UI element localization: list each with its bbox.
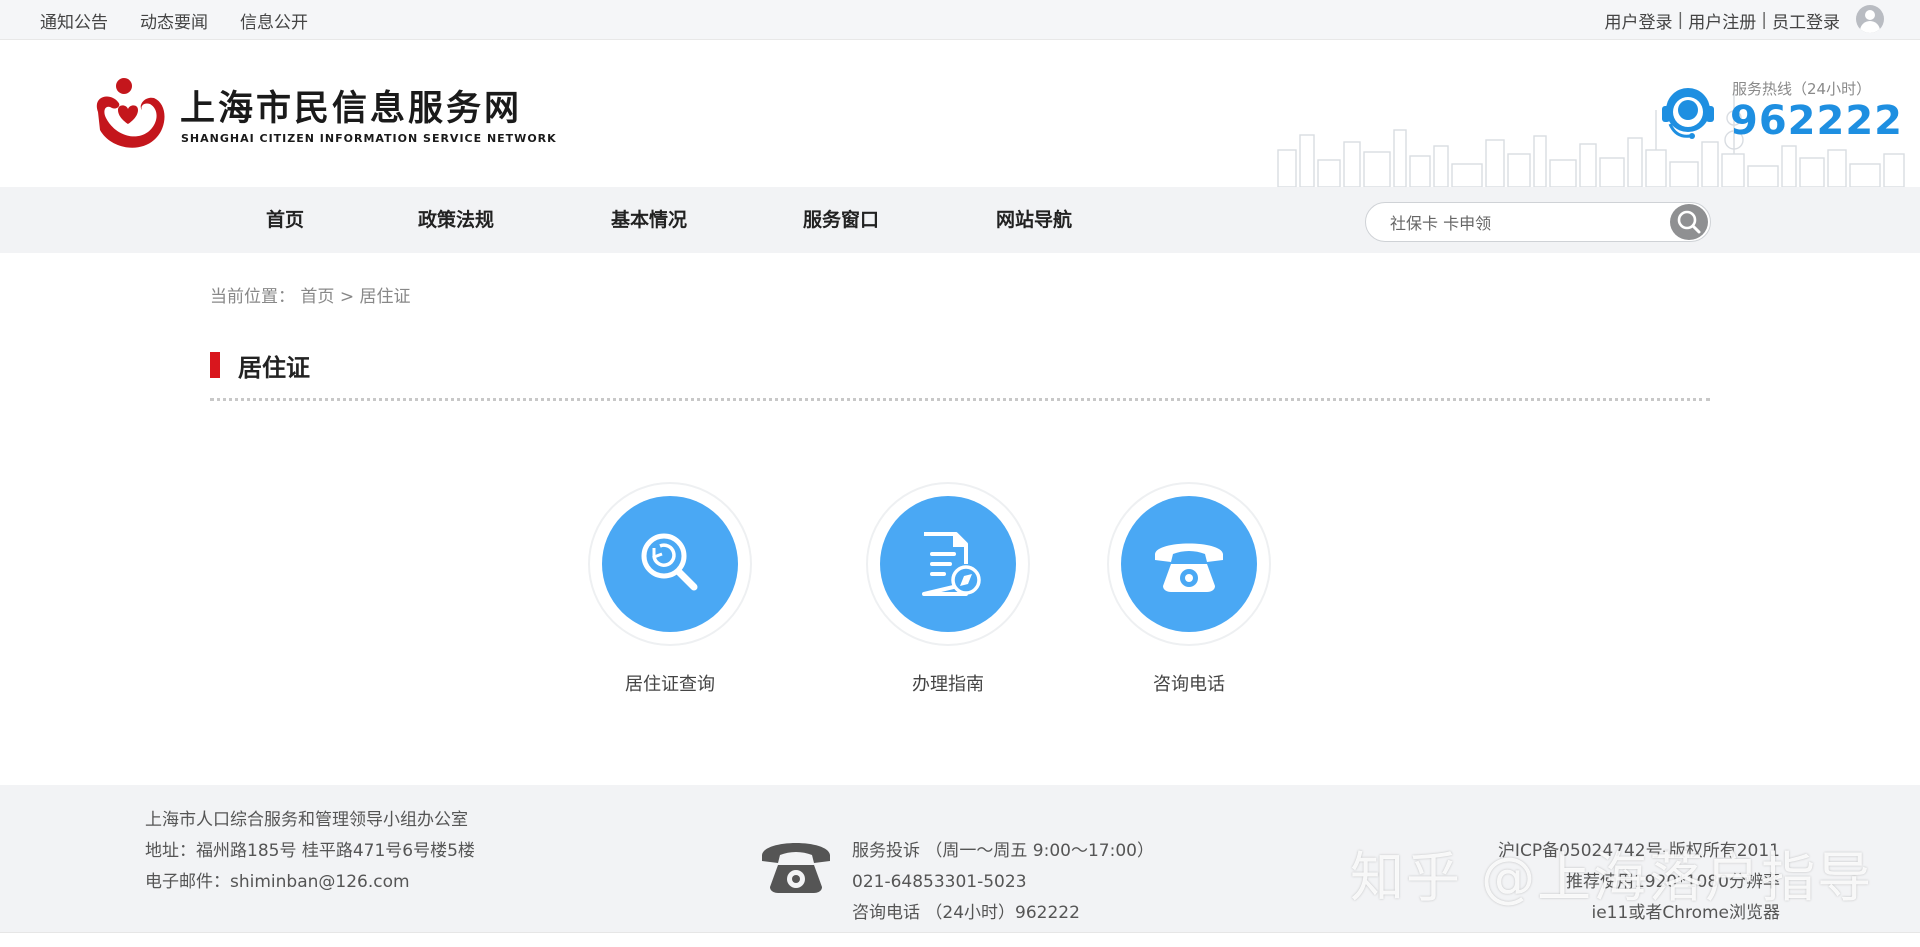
tile-residence-permit-query[interactable]: 居住证查询 [588, 482, 752, 702]
nav-basic-info[interactable]: 基本情况 [611, 187, 687, 253]
top-links: 通知公告 动态要闻 信息公开 [40, 0, 308, 40]
main-nav: 首页 政策法规 基本情况 服务窗口 网站导航 [0, 187, 1920, 253]
hotline-label: 服务热线（24小时） [1732, 80, 1872, 98]
breadcrumb-separator: > [339, 287, 355, 307]
auth-separator: | [1677, 10, 1684, 30]
heart-logo-icon[interactable] [88, 76, 170, 156]
document-compass-icon [922, 532, 981, 596]
top-link-info-disclosure[interactable]: 信息公开 [240, 8, 308, 33]
staff-login-link[interactable]: 员工登录 [1772, 8, 1840, 33]
bottom-strip [0, 932, 1920, 947]
footer-email: 电子邮件：shiminban@126.com [145, 872, 410, 892]
headset-icon [1662, 88, 1714, 139]
title-divider [210, 398, 1710, 401]
search-icon [1677, 210, 1701, 234]
footer-org-name: 上海市人口综合服务和管理领导小组办公室 [145, 810, 468, 830]
telephone-icon [762, 843, 830, 893]
tile-consult-phone[interactable]: 咨询电话 [1107, 482, 1271, 702]
tile-label: 办理指南 [912, 674, 984, 695]
footer-contact-info: 上海市人口综合服务和管理领导小组办公室 地址：福州路185号 桂平路471号6号… [145, 805, 475, 898]
user-avatar-icon[interactable] [1856, 5, 1884, 33]
search-box [1365, 202, 1711, 242]
telephone-icon [1155, 543, 1223, 592]
site-logo-english: SHANGHAI CITIZEN INFORMATION SERVICE NET… [181, 132, 557, 145]
search-icon [641, 533, 698, 591]
breadcrumb-prefix: 当前位置： [210, 287, 295, 307]
top-link-news[interactable]: 动态要闻 [140, 8, 208, 33]
site-logo-text[interactable]: 上海市民信息服务网 [180, 80, 522, 131]
footer-complaint-info: 服务投诉 （周一～周五 9:00～17:00） 021-64853301-502… [852, 836, 1154, 929]
breadcrumb: 当前位置： 首页 > 居住证 [210, 282, 410, 307]
zhihu-watermark: 知乎 @上海落户指导 [1350, 846, 1874, 909]
tile-guide[interactable]: 办理指南 [866, 482, 1030, 702]
user-login-link[interactable]: 用户登录 [1605, 8, 1673, 33]
site-header: 上海市民信息服务网 SHANGHAI CITIZEN INFORMATION S… [0, 40, 1920, 187]
nav-policy[interactable]: 政策法规 [418, 187, 494, 253]
tile-label: 咨询电话 [1153, 674, 1225, 695]
site-footer: 上海市人口综合服务和管理领导小组办公室 地址：福州路185号 桂平路471号6号… [0, 785, 1920, 932]
search-button[interactable] [1670, 204, 1708, 240]
footer-complaint-phone: 021-64853301-5023 [852, 872, 1027, 892]
nav-service-window[interactable]: 服务窗口 [803, 187, 879, 253]
footer-address: 地址：福州路185号 桂平路471号6号楼5楼 [145, 841, 475, 861]
page-title: 居住证 [238, 354, 310, 382]
title-accent-bar [210, 352, 220, 378]
top-link-notice[interactable]: 通知公告 [40, 8, 108, 33]
auth-separator: | [1761, 10, 1767, 30]
nav-site-map[interactable]: 网站导航 [996, 187, 1072, 253]
breadcrumb-current: 居住证 [359, 287, 411, 307]
search-input[interactable] [1390, 211, 1650, 233]
auth-links: 用户登录 | 用户注册 | 员工登录 [1605, 0, 1840, 40]
top-utility-bar: 通知公告 动态要闻 信息公开 用户登录 | 用户注册 | 员工登录 [0, 0, 1920, 40]
tile-label: 居住证查询 [625, 674, 715, 695]
footer-complaint-hours: 服务投诉 （周一～周五 9:00～17:00） [852, 841, 1154, 861]
breadcrumb-home-link[interactable]: 首页 [300, 287, 334, 307]
hotline-number: 962222 [1730, 98, 1903, 144]
footer-consult-phone: 咨询电话 （24小时）962222 [852, 903, 1080, 923]
user-register-link[interactable]: 用户注册 [1688, 8, 1756, 33]
nav-home[interactable]: 首页 [266, 187, 304, 253]
